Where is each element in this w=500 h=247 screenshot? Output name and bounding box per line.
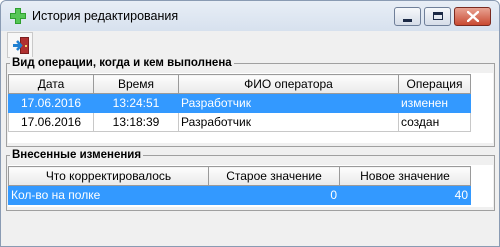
cell-date[interactable]: 17.06.2016 (8, 112, 94, 132)
column-header-old-value[interactable]: Старое значение (208, 166, 340, 186)
close-icon (467, 11, 479, 22)
cell-new-value[interactable]: 40 (339, 185, 471, 205)
close-button[interactable] (454, 7, 491, 26)
cell-time[interactable]: 13:24:51 (93, 93, 179, 113)
column-header-operator[interactable]: ФИО оператора (178, 74, 399, 94)
cell-date[interactable]: 17.06.2016 (8, 93, 94, 113)
column-header-time[interactable]: Время (93, 74, 179, 94)
cell-operation[interactable]: изменен (398, 93, 471, 113)
green-cross-icon (10, 8, 26, 24)
column-header-date[interactable]: Дата (8, 74, 94, 94)
window-title: История редактирования (32, 9, 179, 23)
operations-table: Дата Время ФИО оператора Операция 17.06.… (8, 74, 471, 132)
column-header-operation[interactable]: Операция (398, 74, 471, 94)
cell-operation[interactable]: создан (398, 112, 471, 132)
toolbar (1, 31, 499, 59)
cell-operator[interactable]: Разработчик (178, 93, 399, 113)
table-row[interactable]: Кол-во на полке 0 40 (8, 185, 471, 205)
minimize-icon (403, 19, 412, 22)
column-header-new-value[interactable]: Новое значение (339, 166, 471, 186)
changes-header-row: Что корректировалось Старое значение Нов… (8, 166, 471, 186)
table-row[interactable]: 17.06.2016 13:24:51 Разработчик изменен (8, 93, 471, 113)
cell-operator[interactable]: Разработчик (178, 112, 399, 132)
cell-field[interactable]: Кол-во на полке (8, 185, 209, 205)
cell-old-value[interactable]: 0 (208, 185, 340, 205)
history-window: История редактирования Вид операции, ког… (0, 0, 500, 247)
maximize-icon (433, 12, 443, 20)
title-bar[interactable]: История редактирования (1, 1, 499, 31)
operations-group-title: Вид операции, когда и кем выполнена (10, 57, 234, 69)
cell-time[interactable]: 13:18:39 (93, 112, 179, 132)
exit-door-icon (13, 37, 29, 54)
exit-button[interactable] (7, 32, 33, 58)
table-row[interactable]: 17.06.2016 13:18:39 Разработчик создан (8, 112, 471, 132)
operations-header-row: Дата Время ФИО оператора Операция (8, 74, 471, 94)
column-header-field[interactable]: Что корректировалось (8, 166, 209, 186)
changes-table: Что корректировалось Старое значение Нов… (8, 166, 471, 205)
minimize-button[interactable] (394, 7, 421, 26)
maximize-button[interactable] (424, 7, 451, 26)
changes-group-title: Внесенные изменения (10, 149, 144, 161)
